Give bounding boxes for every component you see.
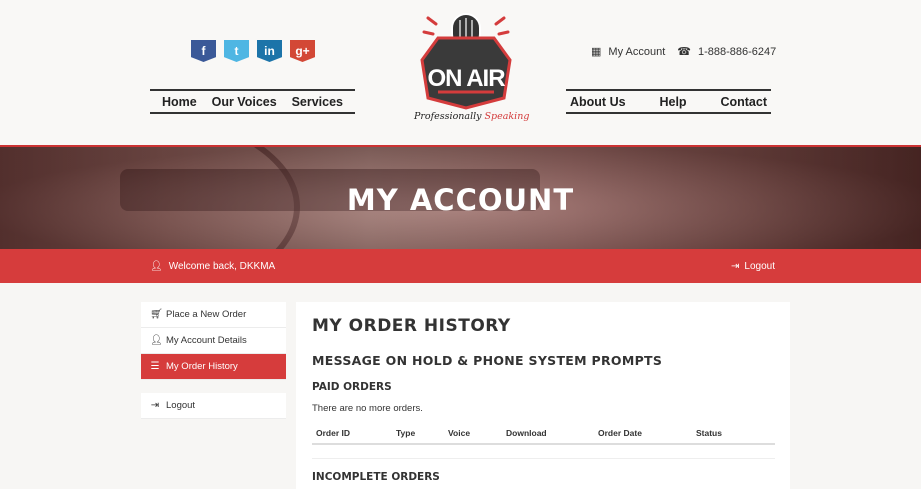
top-info: ▦ My Account ☎ 1-888-886-6247 — [591, 45, 776, 59]
on-air-logo[interactable]: ON AIR Professionally Speaking — [414, 12, 529, 130]
nav-services[interactable]: Services — [292, 95, 343, 109]
column-header-order-date[interactable]: Order Date — [594, 425, 692, 445]
tagline-main: Professionally — [414, 111, 485, 122]
column-header-order-id[interactable]: Order ID — [312, 425, 392, 445]
sidebar-item-place-order[interactable]: 🛒︎ Place a New Order — [141, 302, 286, 328]
microphone-logo-icon: ON AIR — [420, 13, 512, 110]
logout-icon: ⇥ — [731, 261, 740, 272]
grid-icon: ▦ — [591, 46, 602, 58]
column-header-type[interactable]: Type — [392, 425, 444, 445]
phone-number[interactable]: 1-888-886-6247 — [698, 46, 776, 58]
facebook-icon[interactable]: f — [191, 40, 216, 62]
paid-orders-heading: PAID ORDERS — [312, 381, 392, 393]
column-header-voice[interactable]: Voice — [444, 425, 502, 445]
google-plus-icon[interactable]: g+ — [290, 40, 315, 62]
sidebar-item-label: Place a New Order — [166, 309, 247, 320]
tagline-accent: Speaking — [484, 111, 530, 122]
user-icon: 👤︎ — [150, 335, 163, 346]
user-icon: 👤︎ — [150, 261, 163, 272]
table-header-row: Order ID Type Voice Download Order Date … — [312, 425, 775, 445]
logo-text: ON AIR — [427, 65, 505, 92]
logout-label: Logout — [744, 261, 775, 272]
my-account-link[interactable]: My Account — [608, 46, 665, 58]
nav-home[interactable]: Home — [162, 95, 197, 109]
logout-link[interactable]: ⇥ Logout — [731, 261, 775, 272]
logo-tagline: Professionally Speaking — [414, 111, 529, 122]
account-sidebar: 🛒︎ Place a New Order 👤︎ My Account Detai… — [141, 302, 286, 419]
column-header-status[interactable]: Status — [692, 425, 775, 445]
paid-orders-empty: There are no more orders. — [312, 403, 423, 414]
orders-table: Order ID Type Voice Download Order Date … — [312, 425, 775, 445]
main-nav-left: Home Our Voices Services — [150, 89, 355, 114]
divider — [312, 458, 775, 459]
order-history-panel: MY ORDER HISTORY MESSAGE ON HOLD & PHONE… — [296, 302, 790, 489]
sidebar-item-order-history[interactable]: ☰ My Order History — [141, 354, 286, 380]
page-title: MY ORDER HISTORY — [312, 316, 511, 336]
welcome-bar: 👤︎ Welcome back, DKKMA ⇥ Logout — [0, 249, 921, 283]
linkedin-icon[interactable]: in — [257, 40, 282, 62]
nav-our-voices[interactable]: Our Voices — [212, 95, 277, 109]
cart-icon: 🛒︎ — [150, 309, 163, 320]
logout-icon: ⇥ — [150, 400, 160, 411]
banner-title: MY ACCOUNT — [346, 183, 575, 217]
incomplete-orders-heading: INCOMPLETE ORDERS — [312, 471, 440, 483]
nav-help[interactable]: Help — [659, 95, 686, 109]
hero-banner: MY ACCOUNT — [0, 145, 921, 249]
section-title: MESSAGE ON HOLD & PHONE SYSTEM PROMPTS — [312, 353, 663, 368]
welcome-message: 👤︎ Welcome back, DKKMA — [150, 261, 275, 272]
site-header: f t in g+ ON AIR Professionally Speaking… — [0, 0, 921, 145]
list-icon: ☰ — [150, 361, 160, 372]
sidebar-item-label: My Order History — [166, 361, 238, 372]
sidebar-item-label: Logout — [166, 400, 196, 411]
column-header-download[interactable]: Download — [502, 425, 594, 445]
sidebar-item-label: My Account Details — [166, 335, 247, 346]
sidebar-item-logout[interactable]: ⇥ Logout — [141, 393, 286, 419]
main-nav-right: About Us Help Contact — [566, 89, 771, 114]
welcome-text: Welcome back, DKKMA — [168, 261, 276, 272]
nav-about-us[interactable]: About Us — [570, 95, 626, 109]
twitter-icon[interactable]: t — [224, 40, 249, 62]
nav-contact[interactable]: Contact — [720, 95, 767, 109]
sidebar-item-account-details[interactable]: 👤︎ My Account Details — [141, 328, 286, 354]
social-links: f t in g+ — [191, 40, 315, 62]
phone-icon: ☎ — [677, 46, 691, 58]
